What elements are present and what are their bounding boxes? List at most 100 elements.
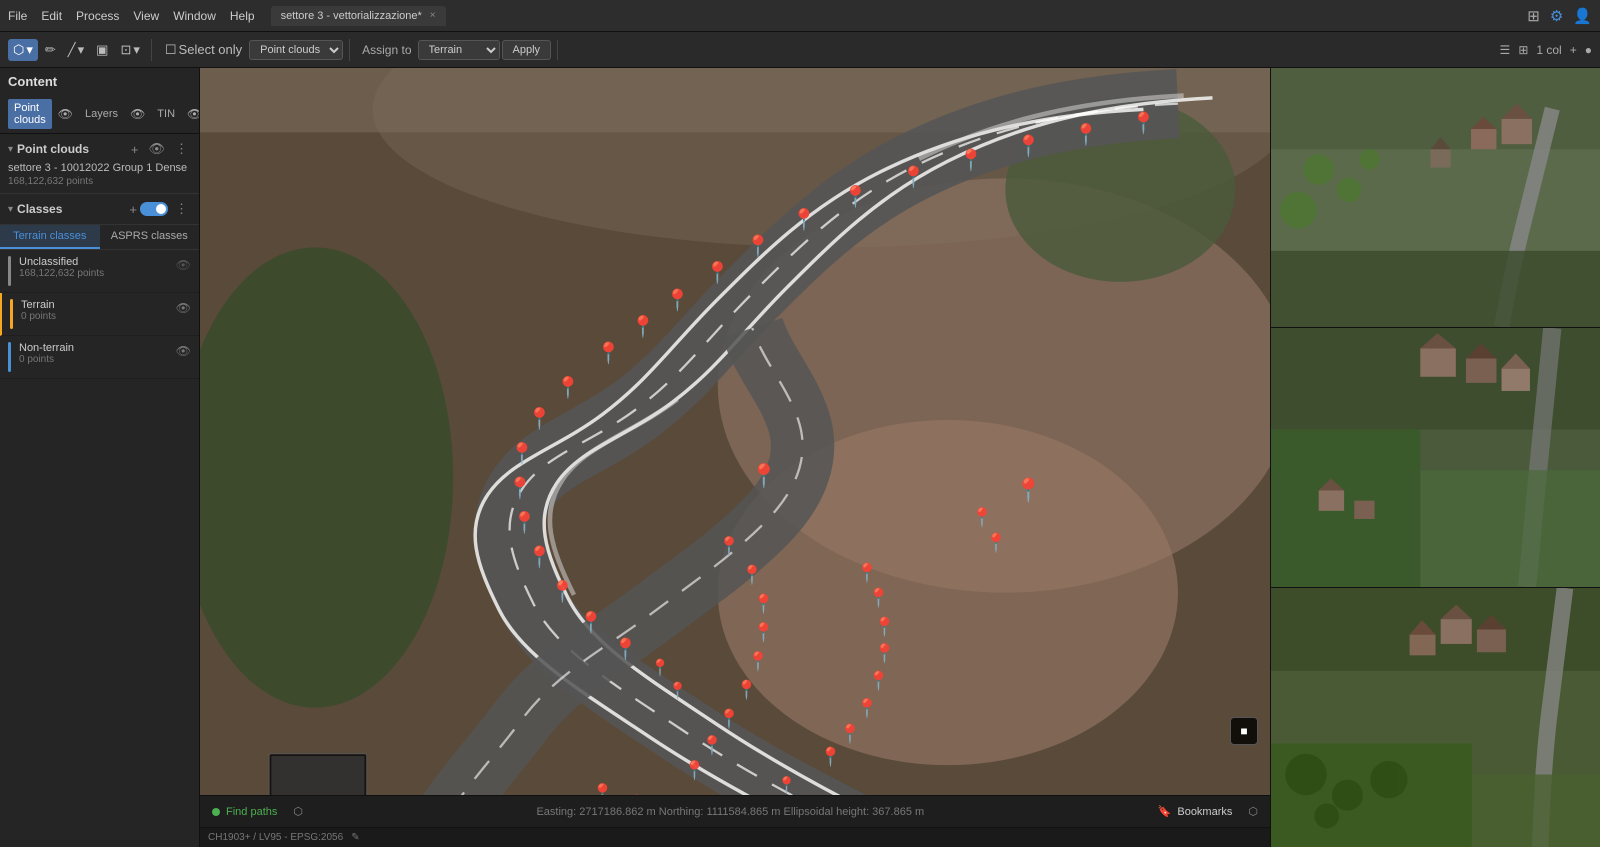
- dropdown-arrow3: ▾: [133, 42, 140, 58]
- select-tool-button[interactable]: ⬡ ▾: [8, 39, 38, 61]
- svg-text:📍: 📍: [705, 261, 731, 285]
- more-icon: ⊡: [120, 42, 131, 58]
- expand-pc-icon[interactable]: ▾: [8, 144, 13, 155]
- select-only-button[interactable]: ☐ Select only: [160, 39, 247, 61]
- edit-crs-icon[interactable]: ✎: [351, 832, 359, 843]
- svg-text:📍: 📍: [550, 579, 576, 603]
- menu-file[interactable]: File: [8, 9, 27, 23]
- unclassified-visibility-icon[interactable]: 👁: [176, 258, 191, 272]
- grid-icon[interactable]: ⊞: [1518, 43, 1528, 57]
- stop-button[interactable]: ■: [1230, 717, 1258, 745]
- menu-window[interactable]: Window: [173, 9, 216, 23]
- class-item-unclassified[interactable]: Unclassified 168,122,632 points 👁: [0, 250, 199, 293]
- nonterrain-visibility-icon[interactable]: 👁: [176, 344, 191, 358]
- pc-name: settore 3 - 10012022 Group 1 Dense: [8, 162, 191, 174]
- filter-icon[interactable]: ☰: [1500, 43, 1511, 57]
- terrain-color: [10, 299, 13, 329]
- terrain-visibility-icon[interactable]: 👁: [176, 301, 191, 315]
- unclassified-points: 168,122,632 points: [19, 268, 176, 279]
- class-item-nonterrain[interactable]: Non-terrain 0 points 👁: [0, 336, 199, 379]
- settings-icon[interactable]: ⚙: [1550, 7, 1563, 25]
- svg-text:📍: 📍: [578, 610, 604, 634]
- overview-image-3: [1271, 588, 1600, 847]
- overview-pane-2: [1271, 328, 1600, 588]
- svg-text:📍: 📍: [718, 535, 741, 557]
- find-paths-dot: [212, 808, 220, 816]
- sidebar-tab-bar: Point clouds 👁 Layers 👁 TIN 👁: [0, 95, 199, 134]
- svg-text:📍: 📍: [735, 679, 758, 701]
- bookmarks-button[interactable]: 🔖 Bookmarks: [1158, 805, 1233, 818]
- menu-view[interactable]: View: [133, 9, 159, 23]
- add-col-button[interactable]: +: [1570, 43, 1577, 57]
- assign-to-select[interactable]: Terrain: [418, 40, 500, 60]
- terrain-classes-tab[interactable]: Terrain classes: [0, 225, 100, 249]
- svg-text:📍: 📍: [718, 708, 741, 730]
- svg-text:📍: 📍: [650, 658, 670, 677]
- menu-edit[interactable]: Edit: [41, 9, 62, 23]
- apply-button[interactable]: Apply: [502, 40, 552, 60]
- main-viewport[interactable]: 📍 📍 📍 📍 📍 📍 📍 📍 📍 📍 📍 📍 📍 📍 📍: [200, 68, 1270, 795]
- view-dot[interactable]: ●: [1585, 43, 1592, 57]
- toolbar-right: ☰ ⊞ 1 col + ●: [1500, 43, 1592, 57]
- measure-tool-button[interactable]: ╱ ▾: [63, 39, 89, 61]
- pencil-icon: ✏: [45, 42, 56, 58]
- classes-label: Classes: [17, 202, 126, 216]
- classes-toggle[interactable]: [140, 202, 168, 216]
- active-tab[interactable]: settore 3 - vettorializzazione* ×: [271, 6, 446, 26]
- svg-text:📍: 📍: [777, 775, 797, 794]
- crs-label: CH1903+ / LV95 - EPSG:2056: [208, 832, 343, 843]
- menu-help[interactable]: Help: [230, 9, 255, 23]
- eye-icon[interactable]: 👁: [58, 107, 73, 121]
- more-pc-button[interactable]: ⋮: [172, 140, 191, 158]
- sidebar-tab-tin[interactable]: TIN: [151, 105, 181, 123]
- svg-text:📍: 📍: [1131, 111, 1157, 135]
- layers-eye-icon[interactable]: 👁: [130, 107, 145, 121]
- layout-icon[interactable]: ⊞: [1527, 7, 1540, 25]
- sidebar-tab-point-clouds[interactable]: Point clouds: [8, 99, 52, 129]
- add-pc-button[interactable]: +: [128, 141, 142, 158]
- more-tools-button[interactable]: ⊡ ▾: [115, 39, 144, 61]
- sidebar-tab-layers[interactable]: Layers: [79, 105, 124, 123]
- point-clouds-select[interactable]: Point clouds: [249, 40, 343, 60]
- filter-group: ☐ Select only Point clouds: [160, 39, 350, 61]
- unclassified-color: [8, 256, 11, 286]
- find-paths-label: Find paths: [226, 806, 277, 818]
- collapse-bottom-right-icon[interactable]: ⬡: [1248, 805, 1258, 818]
- svg-text:📍: 📍: [701, 734, 724, 756]
- nonterrain-points: 0 points: [19, 354, 176, 365]
- svg-text:📍: 📍: [747, 650, 770, 672]
- svg-text:📍: 📍: [856, 562, 879, 584]
- tin-eye-icon[interactable]: 👁: [187, 107, 200, 121]
- asprs-classes-tab[interactable]: ASPRS classes: [100, 225, 200, 249]
- svg-text:📍: 📍: [630, 315, 656, 339]
- menu-process[interactable]: Process: [76, 9, 119, 23]
- find-paths-button[interactable]: Find paths: [212, 806, 277, 818]
- ruler-icon: ╱: [68, 42, 76, 58]
- expand-classes-icon[interactable]: ▾: [8, 204, 13, 215]
- more-classes-button[interactable]: ⋮: [172, 200, 191, 218]
- svg-text:📍: 📍: [613, 637, 639, 661]
- annotation-tool-button[interactable]: ▣: [91, 39, 113, 61]
- draw-tool-button[interactable]: ✏: [40, 39, 61, 61]
- eye-pc-button[interactable]: 👁: [145, 140, 168, 158]
- toolbar: ⬡ ▾ ✏ ╱ ▾ ▣ ⊡ ▾ ☐ Select only Point clou…: [0, 32, 1600, 68]
- svg-text:📍: 📍: [873, 642, 896, 664]
- titlebar: File Edit Process View Window Help setto…: [0, 0, 1600, 32]
- class-item-terrain[interactable]: Terrain 0 points 👁: [0, 293, 199, 336]
- right-overview-panel: [1270, 68, 1600, 847]
- user-icon[interactable]: 👤: [1573, 7, 1592, 25]
- svg-text:📍: 📍: [527, 545, 553, 569]
- classes-section: ▾ Classes + ⋮ Terrain classes ASPRS clas…: [0, 194, 199, 847]
- tab-label: settore 3 - vettorializzazione*: [281, 10, 422, 22]
- expand-bottom-left-icon[interactable]: ⬡: [293, 805, 303, 818]
- svg-text:📍: 📍: [1014, 477, 1043, 504]
- add-class-button[interactable]: +: [126, 201, 140, 218]
- svg-text:📍: 📍: [752, 622, 775, 644]
- menu-bar: File Edit Process View Window Help: [8, 9, 255, 23]
- col-label: 1 col: [1536, 43, 1561, 57]
- content-title: Content: [0, 68, 199, 95]
- terrain-name: Terrain: [21, 299, 176, 311]
- svg-text:📍: 📍: [958, 148, 984, 172]
- close-tab-button[interactable]: ×: [430, 10, 436, 21]
- svg-text:📍: 📍: [509, 441, 535, 465]
